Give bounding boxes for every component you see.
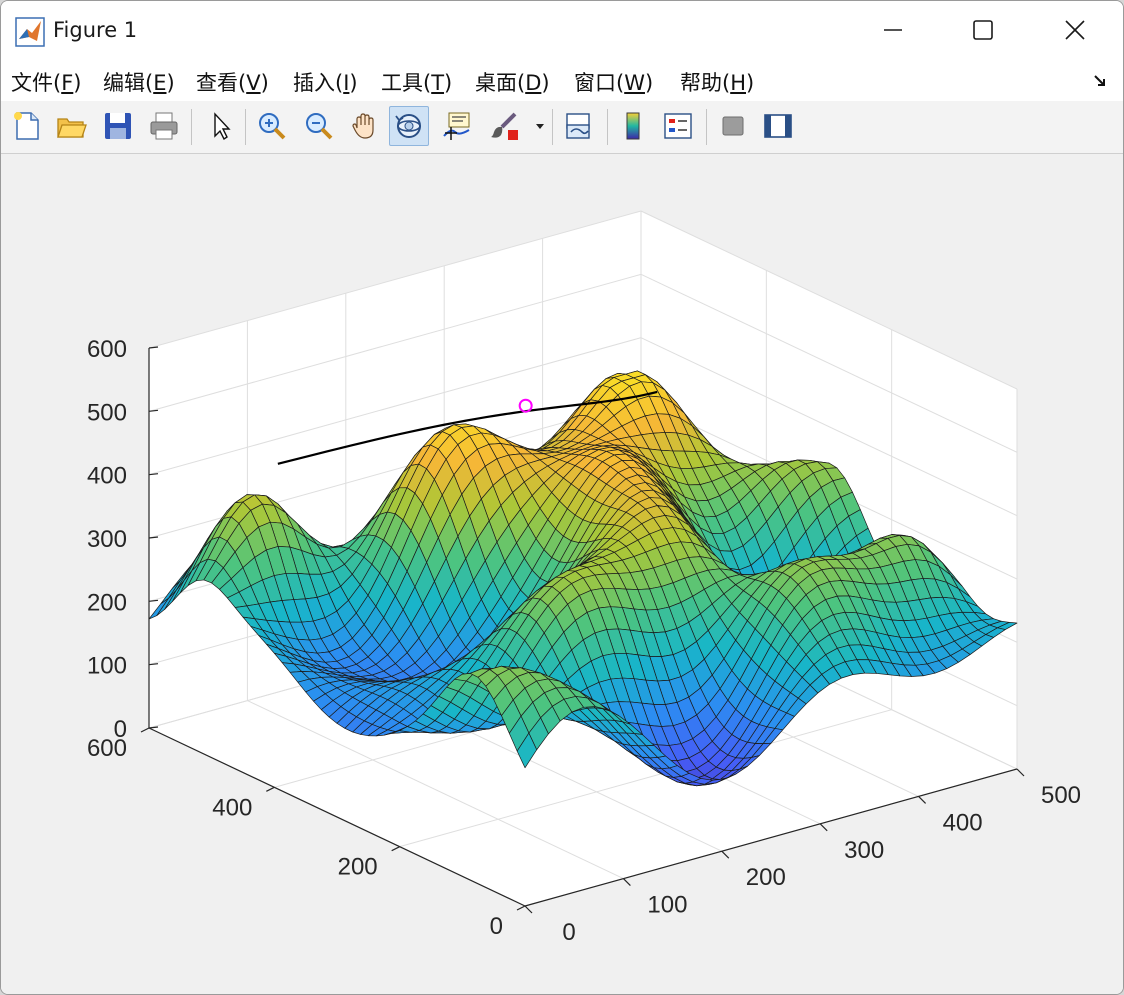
hide-plot-tools-icon: [722, 116, 744, 136]
surface-plot[interactable]: 0 100 200 300 400 500 0 200 400 600 0 100 200 300 400 5…: [1, 154, 1124, 995]
menu-desktop[interactable]: 桌面(D): [475, 67, 550, 97]
x-tick: [524, 905, 533, 914]
matlab-logo-icon: [15, 17, 45, 47]
minimize-button[interactable]: [847, 1, 939, 59]
toolbar-separator: [191, 109, 192, 145]
z-tick-label: 200: [87, 589, 127, 616]
menu-tools[interactable]: 工具(T): [381, 67, 452, 97]
hide-plot-tools-button[interactable]: [713, 106, 753, 146]
legend-icon: [664, 113, 692, 139]
link-plot-button[interactable]: [558, 106, 598, 146]
x-tick: [918, 795, 927, 804]
close-icon: [1065, 20, 1085, 40]
x-tick-label: 100: [647, 892, 687, 919]
rotate-3d-icon: [395, 114, 421, 138]
pan-hand-icon: [352, 113, 374, 139]
open-file-icon: [57, 118, 87, 138]
data-cursor-button[interactable]: [437, 106, 477, 146]
data-cursor-icon: [443, 112, 470, 140]
menu-edit[interactable]: 编辑(E): [103, 67, 175, 97]
figure-canvas[interactable]: 0 100 200 300 400 500 0 200 400 600 0 100 200 300 400 5…: [1, 154, 1124, 995]
x-tick: [819, 823, 828, 832]
x-tick-label: 500: [1041, 782, 1081, 809]
x-tick-label: 300: [844, 837, 884, 864]
zoom-in-button[interactable]: [252, 106, 292, 146]
new-figure-button[interactable]: [7, 106, 47, 146]
pan-button[interactable]: [345, 106, 385, 146]
rotate-3d-button[interactable]: [389, 106, 429, 146]
menu-file[interactable]: 文件(F): [11, 67, 82, 97]
select-arrow-icon: [214, 112, 231, 141]
x-tick: [1016, 768, 1025, 777]
zoom-out-button[interactable]: [299, 106, 339, 146]
print-icon: [150, 112, 178, 140]
menu-bar: 文件(F) 编辑(E) 查看(V) 插入(I) 工具(T) 桌面(D) 窗口(W…: [1, 59, 1123, 102]
legend-button[interactable]: [658, 106, 698, 146]
select-button[interactable]: [200, 106, 240, 146]
x-tick-label: 0: [562, 919, 575, 946]
brush-icon: [491, 112, 518, 140]
save-icon: [105, 113, 131, 139]
menu-help[interactable]: 帮助(H): [680, 67, 754, 97]
z-tick-label: 500: [87, 399, 127, 426]
close-button[interactable]: [1029, 1, 1121, 59]
toolbar-separator: [245, 109, 246, 145]
show-plot-tools-icon: [764, 114, 792, 138]
save-button[interactable]: [98, 106, 138, 146]
z-tick-label: 300: [87, 526, 127, 553]
y-tick: [140, 727, 150, 733]
colorbar-icon: [626, 112, 640, 140]
y-tick-label: 200: [338, 854, 378, 881]
dock-arrow-icon[interactable]: [1093, 73, 1109, 89]
toolbar-separator: [706, 109, 707, 145]
maximize-icon: [973, 20, 993, 40]
maximize-button[interactable]: [937, 1, 1029, 59]
colorbar-button[interactable]: [613, 106, 653, 146]
y-tick: [391, 846, 400, 852]
y-tick-label: 0: [490, 913, 503, 940]
show-plot-tools-button[interactable]: [758, 106, 798, 146]
z-tick-label: 600: [87, 336, 127, 363]
x-tick: [721, 850, 730, 859]
brush-button[interactable]: [484, 106, 524, 146]
window-title: Figure 1: [53, 18, 138, 42]
title-bar: Figure 1: [1, 1, 1123, 59]
toolbar-separator: [552, 109, 553, 145]
figure-toolbar: [1, 101, 1123, 154]
brush-dropdown-icon[interactable]: [534, 121, 546, 131]
menu-view[interactable]: 查看(V): [196, 67, 269, 97]
link-plot-icon: [566, 113, 590, 139]
z-tick-label: 100: [87, 653, 127, 680]
new-figure-icon: [14, 112, 39, 140]
toolbar-separator: [607, 109, 608, 145]
figure-window: Figure 1 文件(F) 编辑(E) 查看(V) 插入(I) 工具(T) 桌…: [0, 0, 1124, 995]
zoom-in-icon: [259, 113, 286, 140]
x-tick-label: 400: [943, 809, 983, 836]
y-tick: [516, 905, 526, 911]
z-tick-label: 400: [87, 463, 127, 490]
x-tick-label: 200: [746, 864, 786, 891]
y-tick: [266, 786, 275, 792]
y-tick-label: 400: [212, 794, 252, 821]
zoom-out-icon: [306, 113, 333, 140]
print-button[interactable]: [144, 106, 184, 146]
menu-insert[interactable]: 插入(I): [293, 67, 358, 97]
z-tick-label: 0: [114, 716, 127, 743]
open-file-button[interactable]: [51, 106, 91, 146]
minimize-icon: [884, 29, 902, 31]
menu-window[interactable]: 窗口(W): [574, 67, 653, 97]
x-tick: [622, 878, 631, 887]
